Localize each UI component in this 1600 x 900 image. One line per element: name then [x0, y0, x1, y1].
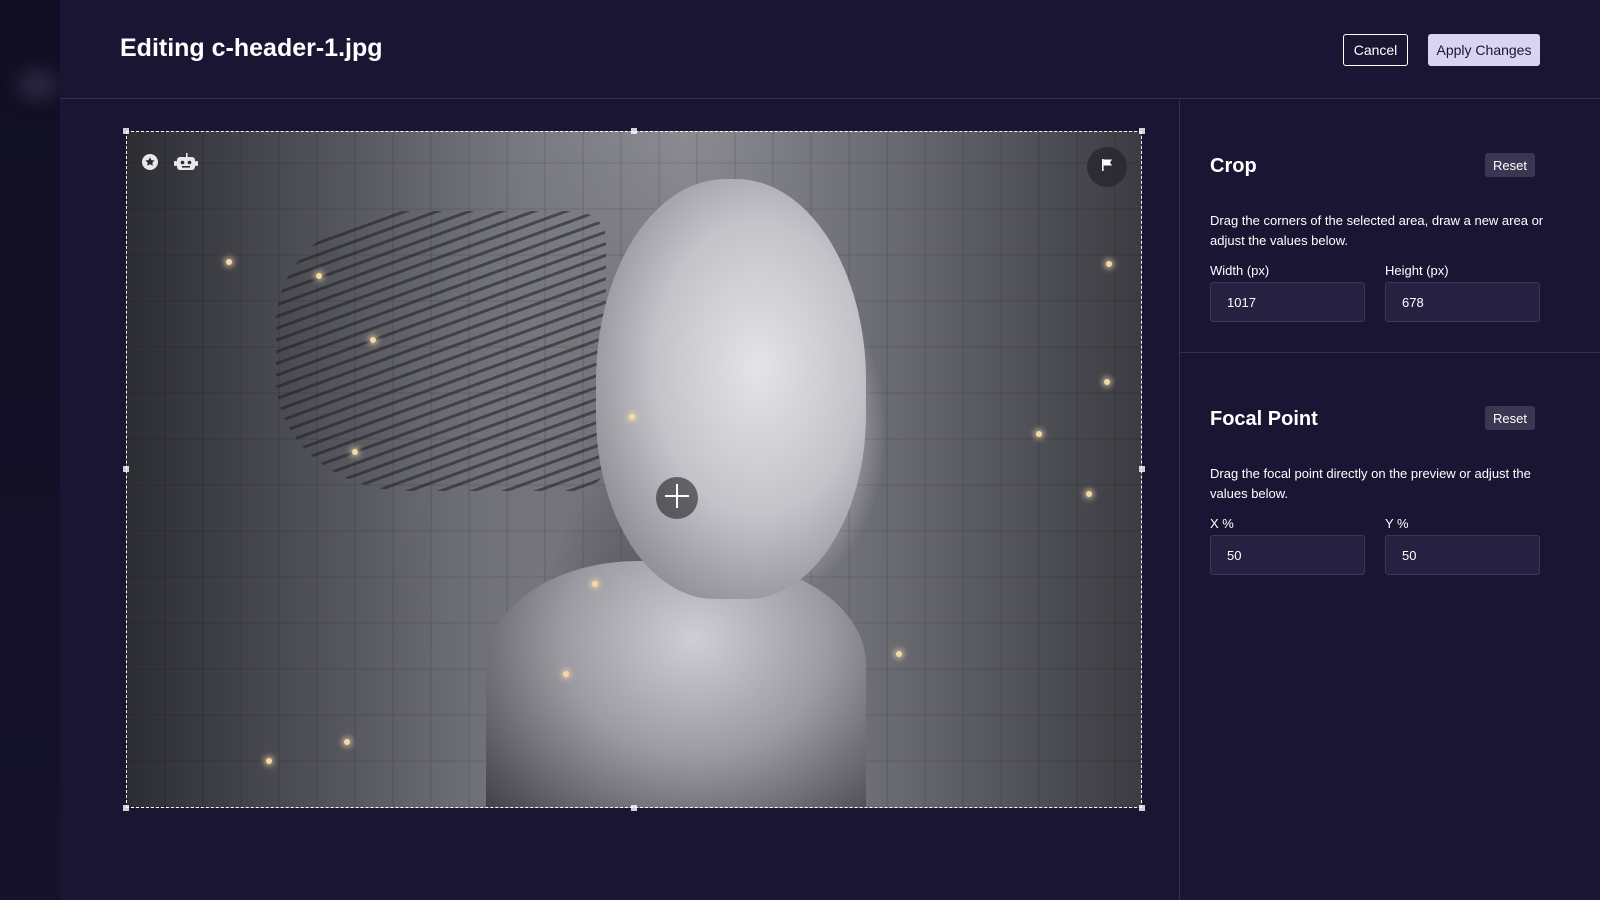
- crop-handle-right[interactable]: [1139, 466, 1145, 472]
- focal-reset-button[interactable]: Reset: [1485, 406, 1535, 430]
- y-percent-label: Y %: [1385, 516, 1409, 531]
- crop-handle-bottom[interactable]: [631, 805, 637, 811]
- background-overlay: [0, 0, 60, 900]
- spark: [592, 581, 598, 587]
- robot-head: [596, 179, 866, 599]
- height-input[interactable]: [1385, 282, 1540, 322]
- spark: [1036, 431, 1042, 437]
- editor-header: Editing c-header-1.jpg Cancel Apply Chan…: [60, 0, 1600, 99]
- star-badge-icon[interactable]: [140, 152, 160, 172]
- spark: [226, 259, 232, 265]
- page-title: Editing c-header-1.jpg: [120, 34, 383, 62]
- background-blur-shape: [18, 70, 58, 100]
- x-percent-input[interactable]: [1210, 535, 1365, 575]
- robot-icon[interactable]: [173, 151, 199, 173]
- image-editor-modal: Editing c-header-1.jpg Cancel Apply Chan…: [60, 0, 1600, 900]
- spark: [352, 449, 358, 455]
- spark: [563, 671, 569, 677]
- crop-reset-button[interactable]: Reset: [1485, 153, 1535, 177]
- spark: [266, 758, 272, 764]
- spark: [1104, 379, 1110, 385]
- crop-handle-top[interactable]: [631, 128, 637, 134]
- flag-icon: [1100, 158, 1114, 177]
- crop-handle-bottom-left[interactable]: [123, 805, 129, 811]
- spark: [896, 651, 902, 657]
- crop-handle-bottom-right[interactable]: [1139, 805, 1145, 811]
- crop-handle-top-left[interactable]: [123, 128, 129, 134]
- flag-button[interactable]: [1087, 147, 1127, 187]
- apply-changes-button[interactable]: Apply Changes: [1428, 34, 1540, 66]
- crop-handle-left[interactable]: [123, 466, 129, 472]
- cable-bundle: [276, 211, 606, 491]
- focal-point-marker[interactable]: [656, 477, 698, 519]
- cancel-button[interactable]: Cancel: [1343, 34, 1408, 66]
- robot-neck: [486, 561, 866, 808]
- height-label: Height (px): [1385, 263, 1449, 278]
- crop-heading: Crop: [1210, 155, 1257, 177]
- crop-handle-top-right[interactable]: [1139, 128, 1145, 134]
- spark: [1106, 261, 1112, 267]
- width-input[interactable]: [1210, 282, 1365, 322]
- spark: [370, 337, 376, 343]
- x-percent-label: X %: [1210, 516, 1234, 531]
- y-percent-input[interactable]: [1385, 535, 1540, 575]
- focal-description: Drag the focal point directly on the pre…: [1210, 466, 1531, 501]
- image-preview[interactable]: [126, 131, 1142, 808]
- settings-panel: Crop Reset Drag the corners of the selec…: [1179, 100, 1600, 900]
- crop-section: Crop Reset Drag the corners of the selec…: [1180, 100, 1600, 353]
- focal-heading: Focal Point: [1210, 408, 1318, 430]
- width-label: Width (px): [1210, 263, 1270, 278]
- spark: [316, 273, 322, 279]
- spark: [629, 414, 635, 420]
- crop-description: Drag the corners of the selected area, d…: [1210, 213, 1544, 248]
- focal-point-section: Focal Point Reset Drag the focal point d…: [1180, 353, 1600, 653]
- crosshair-icon: [664, 483, 690, 514]
- spark: [344, 739, 350, 745]
- spark: [1086, 491, 1092, 497]
- image-canvas-area: [60, 100, 1179, 900]
